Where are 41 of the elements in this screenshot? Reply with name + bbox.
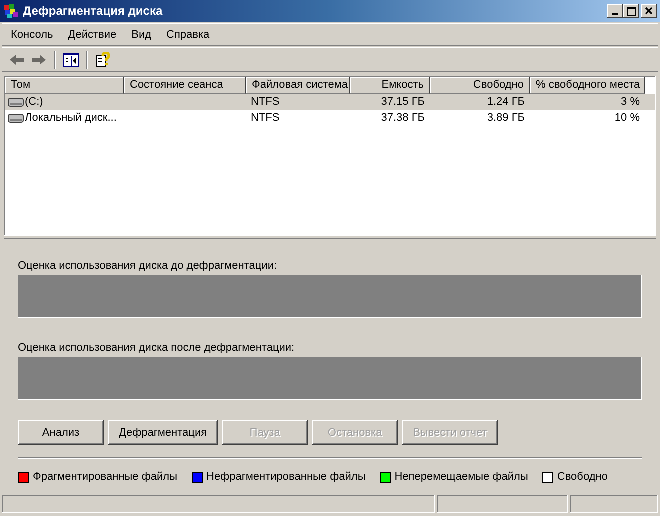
menu-item[interactable]: Справка	[160, 26, 216, 42]
table-cell: 10 %	[614, 112, 640, 124]
menu-item[interactable]: Действие	[62, 26, 123, 42]
maximize-icon	[626, 6, 636, 16]
table-cell: 1.24 ГБ	[487, 96, 525, 108]
help-icon[interactable]	[95, 52, 111, 68]
action-button[interactable]: Дефрагментация	[108, 420, 218, 445]
table-cell: Локальный диск...	[25, 112, 117, 124]
legend-label: Фрагментированные файлы	[33, 471, 178, 483]
menu-item[interactable]: Вид	[126, 26, 158, 42]
column-header[interactable]: Емкость	[350, 77, 430, 94]
table-cell: NTFS	[251, 112, 280, 124]
close-icon	[645, 7, 653, 15]
drive-icon	[8, 114, 24, 122]
show-hide-tree-icon[interactable]	[63, 52, 79, 66]
legend-label: Нефрагментированные файлы	[206, 471, 366, 483]
window-title: Дефрагментация диска	[23, 4, 164, 18]
column-header[interactable]: Файловая система	[246, 77, 350, 94]
table-cell: 37.15 ГБ	[381, 96, 425, 108]
table-cell: 3 %	[621, 96, 640, 108]
action-button[interactable]: Анализ	[18, 420, 104, 445]
column-header[interactable]: Том	[5, 77, 124, 94]
table-cell: 37.38 ГБ	[381, 112, 425, 124]
volume-row[interactable]: (C:) NTFS 37.15 ГБ 1.24 ГБ 3 %	[5, 94, 655, 110]
menu-item[interactable]: Консоль	[5, 26, 60, 42]
drive-icon	[8, 98, 24, 106]
table-cell: 3.89 ГБ	[487, 112, 525, 124]
minimize-button[interactable]	[607, 4, 623, 18]
column-header[interactable]: % свободного места	[530, 77, 645, 94]
section-label: Оценка использования диска до дефрагментации:	[18, 260, 278, 272]
section-label: Оценка использования диска после дефрагментации:	[18, 342, 296, 354]
close-button[interactable]	[641, 4, 657, 18]
legend-label: Свободно	[557, 471, 608, 483]
defrag-app-icon	[3, 3, 19, 19]
maximize-button[interactable]	[623, 4, 639, 18]
volume-row[interactable]: Локальный диск... NTFS 37.38 ГБ 3.89 ГБ 10 %	[5, 110, 655, 126]
table-cell: NTFS	[251, 96, 280, 108]
column-header[interactable]: Свободно	[430, 77, 530, 94]
table-cell: (C:)	[25, 96, 44, 108]
legend-label: Неперемещаемые файлы	[394, 471, 528, 483]
column-header[interactable]: Состояние сеанса	[124, 77, 246, 94]
